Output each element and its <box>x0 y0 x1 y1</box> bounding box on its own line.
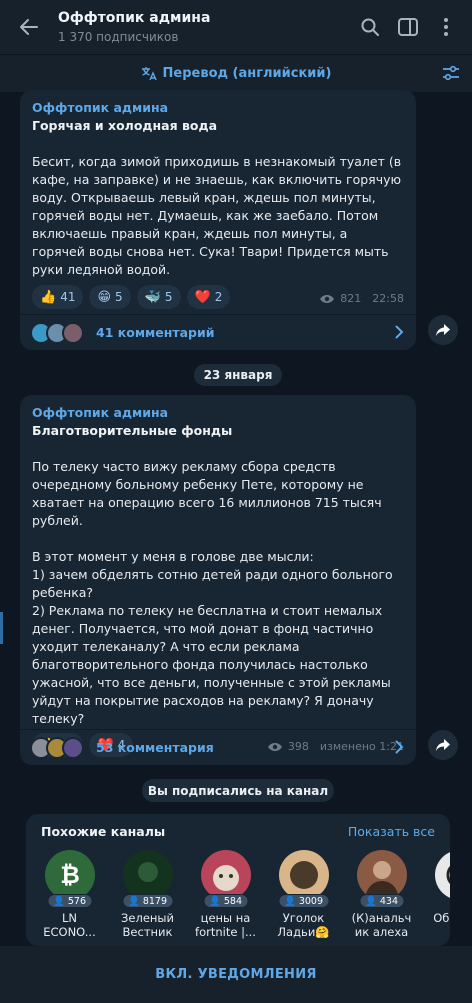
channel-avatar <box>434 850 450 900</box>
translate-label: Перевод (английский) <box>162 66 332 81</box>
date-separator: 23 января <box>194 364 282 386</box>
subscriber-badge: 👤 584 <box>203 894 248 908</box>
show-all-link[interactable]: Показать все <box>348 824 435 839</box>
subscriber-badge: 👤 576 <box>47 894 92 908</box>
comments-label: 41 комментарий <box>96 325 215 340</box>
translate-settings-button[interactable] <box>442 64 460 86</box>
channel-avatar: 👤 434 <box>356 850 407 908</box>
subscriber-count: 1 370 подписчиков <box>58 30 179 44</box>
sidebar-toggle-button[interactable] <box>394 13 422 41</box>
subscriber-badge: 👤 434 <box>359 894 404 908</box>
more-vert-icon <box>444 18 448 36</box>
back-button[interactable] <box>0 0 58 54</box>
channel-name: цены на fortnite |... <box>195 911 256 939</box>
share-arrow-icon <box>436 324 450 336</box>
post-channel-name[interactable]: Оффтопик админа <box>32 405 404 420</box>
translate-icon <box>141 66 157 80</box>
post-text: Бесит, когда зимой приходишь в незнакомы… <box>32 154 406 277</box>
commenter-avatars <box>30 321 84 344</box>
comments-button[interactable]: 41 комментарий <box>20 314 416 350</box>
grin-icon: 😁 <box>97 289 112 305</box>
share-arrow-icon <box>436 739 450 751</box>
subscriber-count: 576 <box>67 896 86 907</box>
channel-logo-icon <box>122 850 173 900</box>
channel-avatar: 👤 584 <box>200 850 251 908</box>
similar-channel[interactable]: 👤 3009 Уголок Ладьи🤗 <box>272 850 335 939</box>
search-icon <box>361 18 379 36</box>
subscriber-count: 434 <box>379 896 398 907</box>
more-button[interactable] <box>432 13 460 41</box>
scroll-marker <box>0 612 3 644</box>
post-title: Благотворительные фонды <box>32 423 233 438</box>
svg-text:₿: ₿ <box>60 861 80 889</box>
channel-avatar: 👤 8179 <box>121 850 174 908</box>
reaction-count: 2 <box>214 290 223 304</box>
reaction-count: 41 <box>60 290 76 304</box>
channel-logo-icon <box>434 851 450 899</box>
filter-icon <box>443 65 459 81</box>
similar-channels-list: ₿ 👤 576 LN ECONO... 👤 8179 Зеленый Вестн… <box>38 850 450 939</box>
similar-channels-heading: Похожие каналы <box>41 824 166 839</box>
reaction-grin[interactable]: 😁 5 <box>89 285 131 309</box>
sidebar-toggle-icon <box>398 18 418 36</box>
back-arrow-icon <box>20 19 38 35</box>
post-title: Горячая и холодная вода <box>32 118 217 133</box>
search-button[interactable] <box>356 13 384 41</box>
similar-channel[interactable]: 👤 8179 Зеленый Вестник <box>116 850 179 939</box>
chat-header: Оффтопик админа 1 370 подписчиков <box>0 0 472 54</box>
channel-name: (К)анальч ик алеха <box>351 911 412 939</box>
avatar <box>62 736 84 759</box>
chevron-right-icon <box>395 740 404 754</box>
subscriber-count: 3009 <box>298 896 324 907</box>
cat-avatar-icon <box>200 850 251 900</box>
subscriber-count: 8179 <box>142 896 168 907</box>
similar-channels-panel: Похожие каналы Показать все ₿ 👤 576 LN E… <box>26 814 450 946</box>
channel-avatar: ₿ 👤 576 <box>44 850 95 908</box>
share-button[interactable] <box>428 730 458 760</box>
reaction-whale[interactable]: 🐳 5 <box>136 285 181 309</box>
chevron-right-icon <box>395 325 404 339</box>
views-eye-icon <box>320 294 335 303</box>
reaction-heart[interactable]: ❤️ 2 <box>186 285 231 309</box>
heart-icon: ❤️ <box>194 289 211 305</box>
service-message: Вы подписались на канал <box>142 779 334 802</box>
views-count: 821 <box>340 292 362 305</box>
subscriber-badge: 👤 8179 <box>121 894 174 908</box>
reactions-row: 👍 41 😁 5 🐳 5 ❤️ 2 821 22:58 <box>32 285 404 311</box>
notifications-toggle-button[interactable]: ВКЛ. УВЕДОМЛЕНИЯ <box>0 946 472 1003</box>
post-time: 22:58 <box>372 292 404 305</box>
channel-name: Уголок Ладьи🤗 <box>277 911 330 939</box>
post-meta: 821 22:58 <box>319 292 404 305</box>
channel-post[interactable]: Оффтопик админа Благотворительные фонды … <box>20 395 416 765</box>
channel-post[interactable]: Оффтопик админа Горячая и холодная вода … <box>20 90 416 350</box>
similar-channel[interactable]: Об кри... <box>428 850 450 939</box>
commenter-avatars <box>30 736 84 759</box>
subscriber-badge: 👤 3009 <box>277 894 330 908</box>
post-channel-name[interactable]: Оффтопик админа <box>32 100 404 115</box>
post-text: По телеку часто вижу рекламу сбора средс… <box>32 459 393 726</box>
channel-name: Об кри... <box>433 911 450 925</box>
similar-channel[interactable]: 👤 434 (К)анальч ик алеха <box>350 850 413 939</box>
reaction-count: 5 <box>164 290 173 304</box>
reaction-count: 5 <box>115 290 123 304</box>
channel-title: Оффтопик админа <box>58 10 211 26</box>
channel-name: LN ECONO... <box>43 911 96 939</box>
reaction-thumbs-up[interactable]: 👍 41 <box>32 285 84 309</box>
comments-button[interactable]: 53 комментария <box>20 729 416 765</box>
avatar <box>62 321 84 344</box>
share-button[interactable] <box>428 315 458 345</box>
channel-logo-icon <box>278 850 329 900</box>
chat-title-block[interactable]: Оффтопик админа 1 370 подписчиков <box>58 10 356 44</box>
whale-icon: 🐳 <box>144 289 161 305</box>
bitcoin-logo-icon: ₿ <box>44 850 95 900</box>
comments-label: 53 комментария <box>96 740 214 755</box>
similar-channel[interactable]: ₿ 👤 576 LN ECONO... <box>38 850 101 939</box>
channel-name: Зеленый Вестник <box>121 911 174 939</box>
channel-avatar: 👤 3009 <box>277 850 330 908</box>
translate-bar[interactable]: Перевод (английский) <box>0 54 472 92</box>
similar-channel[interactable]: 👤 584 цены на fortnite |... <box>194 850 257 939</box>
subscriber-count: 584 <box>223 896 242 907</box>
person-avatar-icon <box>356 850 407 900</box>
thumbs-up-icon: 👍 <box>40 289 57 305</box>
